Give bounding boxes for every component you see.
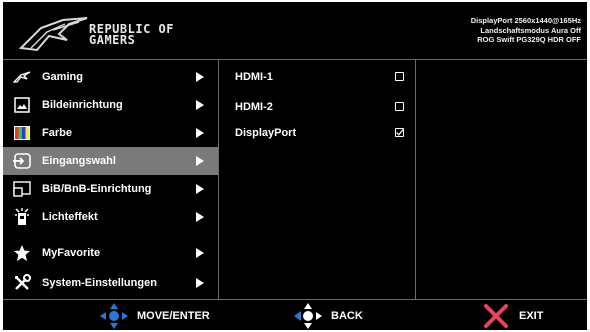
joystick-back-icon xyxy=(294,302,322,329)
color-bars-icon xyxy=(13,124,31,142)
move-enter-label: MOVE/ENTER xyxy=(137,309,210,322)
checkbox-checked[interactable] xyxy=(395,128,404,137)
main-menu: Gaming Bildeinrichtung Farbe Eingangswah… xyxy=(3,60,218,299)
tools-icon xyxy=(13,274,31,292)
input-icon xyxy=(13,152,31,170)
chevron-right-icon xyxy=(196,212,204,222)
osd-panel: REPUBLIC OF GAMERS DisplayPort 2560x1440… xyxy=(3,2,587,330)
back-label: BACK xyxy=(331,309,363,322)
menu-item-label: Lichteffekt xyxy=(42,211,98,223)
pip-icon xyxy=(13,180,31,198)
menu-item-label: Bildeinrichtung xyxy=(42,99,123,111)
submenu-item-displayport[interactable]: DisplayPort xyxy=(219,121,415,145)
status-line-mode: Landschaftsmodus Aura Off xyxy=(480,25,581,35)
brand-text: REPUBLIC OF GAMERS xyxy=(89,23,174,47)
submenu-item-label: HDMI-1 xyxy=(235,71,273,83)
chevron-right-icon xyxy=(196,278,204,288)
menu-item-bildeinrichtung[interactable]: Bildeinrichtung xyxy=(3,91,218,119)
star-icon xyxy=(13,244,31,262)
chevron-right-icon xyxy=(196,72,204,82)
move-enter-button[interactable]: MOVE/ENTER xyxy=(99,300,210,331)
menu-item-myfavorite[interactable]: MyFavorite xyxy=(3,239,218,267)
menu-item-bib-bnb-einrichtung[interactable]: BiB/BnB-Einrichtung xyxy=(3,175,218,203)
input-submenu: HDMI-1 HDMI-2 DisplayPort xyxy=(219,60,415,299)
back-button[interactable]: BACK xyxy=(293,300,363,331)
options-panel xyxy=(416,60,587,299)
image-icon xyxy=(13,96,31,114)
menu-item-label: Gaming xyxy=(42,71,83,83)
menu-item-label: BiB/BnB-Einrichtung xyxy=(42,183,152,195)
osd-header: REPUBLIC OF GAMERS DisplayPort 2560x1440… xyxy=(3,2,587,60)
submenu-item-label: DisplayPort xyxy=(235,127,297,139)
submenu-item-hdmi-2[interactable]: HDMI-2 xyxy=(219,95,415,119)
exit-button[interactable]: EXIT xyxy=(483,300,543,331)
chevron-right-icon xyxy=(196,248,204,258)
checkbox[interactable] xyxy=(395,102,404,111)
menu-item-lichteffekt[interactable]: Lichteffekt xyxy=(3,203,218,231)
chevron-right-icon xyxy=(196,128,204,138)
status-line-model: ROG Swift PG329Q HDR OFF xyxy=(477,35,581,44)
joystick-move-icon xyxy=(100,302,128,329)
status-info: DisplayPort 2560x1440@165Hz Landschaftsm… xyxy=(471,16,581,45)
brand-line-2: GAMERS xyxy=(89,33,136,47)
menu-item-label: System-Einstellungen xyxy=(42,277,157,289)
menu-item-system-einstellungen[interactable]: System-Einstellungen xyxy=(3,269,218,297)
exit-label: EXIT xyxy=(519,309,544,322)
submenu-item-label: HDMI-2 xyxy=(235,101,273,113)
osd-footer: MOVE/ENTER BACK EXIT xyxy=(3,299,587,330)
light-effect-icon xyxy=(13,208,31,226)
rog-logo-icon xyxy=(19,17,88,52)
menu-item-gaming[interactable]: Gaming xyxy=(3,63,218,91)
menu-item-eingangswahl[interactable]: Eingangswahl xyxy=(3,147,218,175)
menu-item-label: Eingangswahl xyxy=(42,155,116,167)
menu-item-label: Farbe xyxy=(42,127,72,139)
chevron-right-icon xyxy=(196,100,204,110)
close-icon xyxy=(484,303,508,328)
chevron-right-icon xyxy=(196,156,204,166)
status-line-signal: DisplayPort 2560x1440@165Hz xyxy=(470,16,581,25)
submenu-item-hdmi-1[interactable]: HDMI-1 xyxy=(219,65,415,89)
menu-item-farbe[interactable]: Farbe xyxy=(3,119,218,147)
menu-item-label: MyFavorite xyxy=(42,247,101,259)
checkbox[interactable] xyxy=(395,72,404,81)
chevron-right-icon xyxy=(196,184,204,194)
rog-eye-icon xyxy=(13,68,31,86)
